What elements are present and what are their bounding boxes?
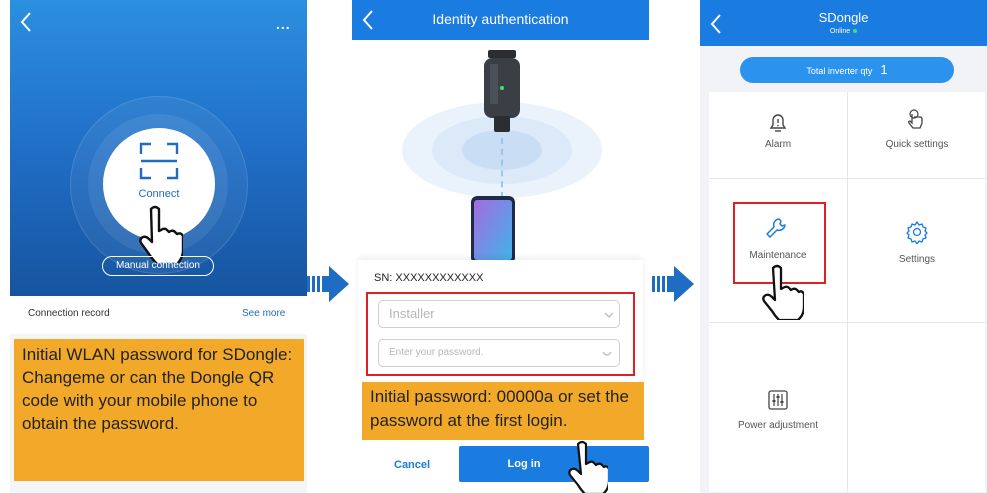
power-adjustment-label: Power adjustment (737, 420, 819, 431)
sliders-icon[interactable] (766, 388, 790, 412)
status-text: Online (829, 28, 851, 35)
sdongle-home-screen: SDongle Online Total inverter qty 1 Alarm… (700, 0, 987, 493)
hand-pointer-icon (762, 264, 804, 320)
quick-settings-label: Quick settings (885, 139, 949, 150)
gear-icon[interactable] (905, 220, 929, 244)
hand-pointer-icon (139, 205, 183, 263)
online-dot (853, 29, 858, 34)
settings-label: Settings (898, 254, 936, 265)
hand-pointer-icon (568, 440, 608, 493)
connection-line (501, 138, 506, 198)
initial-password-note: Initial password: 00000a or set the pass… (362, 382, 644, 440)
serial-number: SN: XXXXXXXXXXXX (374, 272, 484, 284)
total-inverter-value: 1 (880, 62, 888, 77)
arrow-right-icon (307, 266, 349, 302)
wlan-password-note: Initial WLAN password for SDongle: Chang… (14, 339, 304, 481)
show-password-icon[interactable] (602, 351, 612, 357)
user-select[interactable]: Installer (378, 300, 620, 328)
phone-image (471, 196, 515, 264)
see-more-link[interactable]: See more (242, 308, 285, 319)
connect-label: Connect (138, 188, 180, 200)
page-title: SDongle (818, 10, 869, 25)
arrow-right-icon (652, 266, 694, 302)
touch-icon[interactable] (904, 108, 928, 132)
page-title: Identity authentication (432, 11, 569, 27)
back-icon[interactable] (18, 10, 34, 34)
online-status: Online (700, 28, 987, 35)
login-button[interactable]: Log in (459, 446, 649, 482)
total-inverter-label: Total inverter qty (806, 66, 873, 76)
dongle-image (484, 50, 520, 132)
identity-auth-screen: Identity authentication SN: XXXXXXXXXXXX… (352, 0, 649, 493)
manual-connection-button[interactable]: Manual connection (102, 256, 214, 276)
total-inverter-badge: Total inverter qty 1 (740, 57, 954, 83)
wlan-connect-screen: ... Connect Manual connection Connection… (10, 0, 307, 493)
scan-icon (139, 142, 179, 180)
alarm-label: Alarm (764, 139, 792, 150)
grid-divider (847, 92, 848, 492)
more-options-button[interactable]: ... (276, 16, 291, 32)
chevron-down-icon (604, 312, 614, 318)
grid-divider (709, 322, 985, 323)
connection-record-label: Connection record (28, 308, 110, 319)
cancel-button[interactable]: Cancel (394, 459, 430, 471)
grid-divider (709, 178, 985, 179)
password-field[interactable]: Enter your password. (378, 339, 620, 367)
alarm-icon[interactable] (766, 110, 790, 134)
